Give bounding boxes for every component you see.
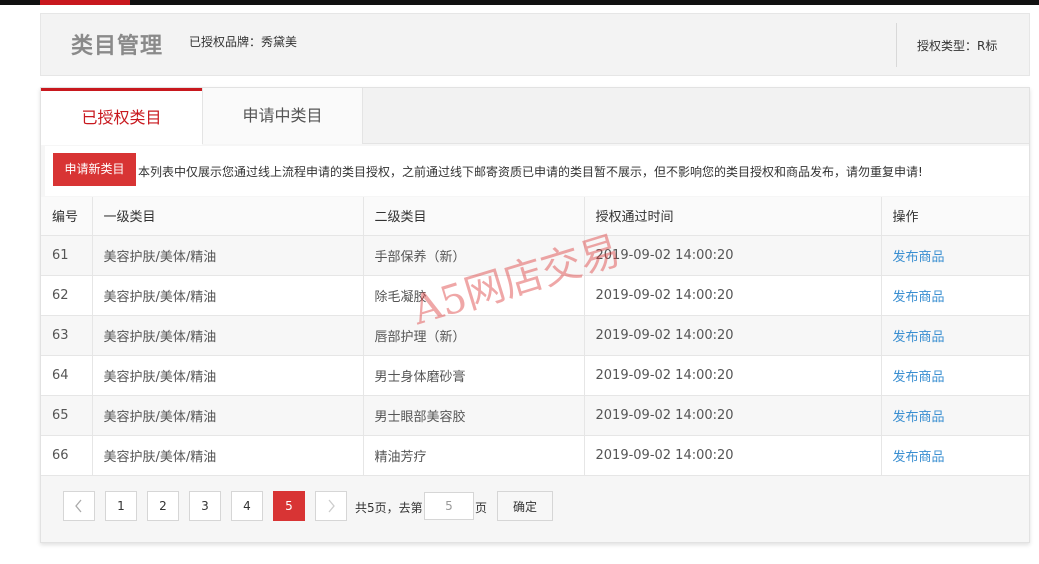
cell-category-1: 美容护肤/美体/精油 (92, 315, 364, 356)
page-suffix: 页 (475, 501, 488, 515)
cell-action: 发布商品 (881, 355, 1029, 396)
cell-action: 发布商品 (881, 275, 1029, 316)
confirm-goto-button[interactable]: 确定 (497, 491, 553, 521)
publish-product-link[interactable]: 发布商品 (893, 410, 945, 425)
cell-category-1: 美容护肤/美体/精油 (92, 355, 364, 396)
page-button-5[interactable]: 5 (273, 491, 305, 521)
header-divider (896, 23, 897, 67)
page-title: 类目管理 (71, 34, 164, 59)
cell-auth-time: 2019-09-02 14:00:20 (584, 235, 882, 276)
apply-new-category-button[interactable]: 申请新类目 (53, 153, 136, 186)
column-header-action: 操作 (881, 197, 1029, 236)
cell-category-2: 除毛凝胶 (363, 275, 585, 316)
cell-id: 63 (41, 315, 93, 356)
chevron-left-icon (75, 499, 82, 513)
tab-pending-categories[interactable]: 申请中类目 (202, 88, 363, 144)
cell-category-2: 精油芳疗 (363, 435, 585, 476)
page-button-1[interactable]: 1 (105, 491, 137, 521)
tab-authorized-categories[interactable]: 已授权类目 (41, 88, 202, 145)
cell-category-2: 男士身体磨砂膏 (363, 355, 585, 396)
cell-category-1: 美容护肤/美体/精油 (92, 395, 364, 436)
publish-product-link[interactable]: 发布商品 (893, 370, 945, 385)
table-row: 65 美容护肤/美体/精油 男士眼部美容胶 2019-09-02 14:00:2… (41, 395, 1029, 436)
notice-bar: 申请新类目 本列表中仅展示您通过线上流程申请的类目授权，之前通过线下邮寄资质已申… (45, 146, 1029, 196)
column-header-category-2: 二级类目 (363, 197, 585, 236)
page-header: 类目管理 已授权品牌：秀黛美 授权类型：R标 (40, 13, 1030, 76)
table-row: 63 美容护肤/美体/精油 唇部护理（新） 2019-09-02 14:00:2… (41, 315, 1029, 356)
cell-id: 61 (41, 235, 93, 276)
cell-action: 发布商品 (881, 435, 1029, 476)
next-page-button[interactable] (315, 491, 347, 521)
cell-auth-time: 2019-09-02 14:00:20 (584, 435, 882, 476)
goto-page-input[interactable] (424, 492, 474, 520)
page-button-3[interactable]: 3 (189, 491, 221, 521)
column-header-category-1: 一级类目 (92, 197, 364, 236)
cell-auth-time: 2019-09-02 14:00:20 (584, 355, 882, 396)
cell-category-2: 手部保养（新） (363, 235, 585, 276)
auth-type: 授权类型：R标 (917, 39, 998, 53)
cell-id: 62 (41, 275, 93, 316)
cell-category-1: 美容护肤/美体/精油 (92, 435, 364, 476)
cell-id: 64 (41, 355, 93, 396)
prev-page-button[interactable] (63, 491, 95, 521)
cell-auth-time: 2019-09-02 14:00:20 (584, 395, 882, 436)
category-panel: 已授权类目 申请中类目 申请新类目 本列表中仅展示您通过线上流程申请的类目授权，… (40, 87, 1030, 543)
cell-category-2: 唇部护理（新） (363, 315, 585, 356)
chevron-right-icon (328, 499, 335, 513)
cell-id: 66 (41, 435, 93, 476)
cell-action: 发布商品 (881, 235, 1029, 276)
cell-auth-time: 2019-09-02 14:00:20 (584, 275, 882, 316)
top-bar (0, 0, 1039, 5)
cell-category-1: 美容护肤/美体/精油 (92, 275, 364, 316)
cell-action: 发布商品 (881, 395, 1029, 436)
cell-id: 65 (41, 395, 93, 436)
tab-bar: 已授权类目 申请中类目 (41, 88, 1029, 145)
publish-product-link[interactable]: 发布商品 (893, 290, 945, 305)
table-row: 66 美容护肤/美体/精油 精油芳疗 2019-09-02 14:00:20 发… (41, 435, 1029, 476)
table-row: 62 美容护肤/美体/精油 除毛凝胶 2019-09-02 14:00:20 发… (41, 275, 1029, 316)
cell-category-2: 男士眼部美容胶 (363, 395, 585, 436)
publish-product-link[interactable]: 发布商品 (893, 450, 945, 465)
page-button-4[interactable]: 4 (231, 491, 263, 521)
category-table: 编号 一级类目 二级类目 授权通过时间 操作 61 美容护肤/美体/精油 手部保… (41, 197, 1029, 476)
table-row: 61 美容护肤/美体/精油 手部保养（新） 2019-09-02 14:00:2… (41, 235, 1029, 276)
column-header-auth-time: 授权通过时间 (584, 197, 882, 236)
cell-action: 发布商品 (881, 315, 1029, 356)
publish-product-link[interactable]: 发布商品 (893, 250, 945, 265)
notice-text: 本列表中仅展示您通过线上流程申请的类目授权，之前通过线下邮寄资质已申请的类目暂不… (138, 165, 923, 179)
total-pages-text: 共5页，去第 (355, 501, 423, 515)
cell-auth-time: 2019-09-02 14:00:20 (584, 315, 882, 356)
table-header-row: 编号 一级类目 二级类目 授权通过时间 操作 (41, 197, 1029, 236)
cell-category-1: 美容护肤/美体/精油 (92, 235, 364, 276)
column-header-id: 编号 (41, 197, 93, 236)
table-row: 64 美容护肤/美体/精油 男士身体磨砂膏 2019-09-02 14:00:2… (41, 355, 1029, 396)
authorized-brand: 已授权品牌：秀黛美 (189, 35, 298, 49)
page-button-2[interactable]: 2 (147, 491, 179, 521)
publish-product-link[interactable]: 发布商品 (893, 330, 945, 345)
top-bar-accent (40, 0, 130, 5)
